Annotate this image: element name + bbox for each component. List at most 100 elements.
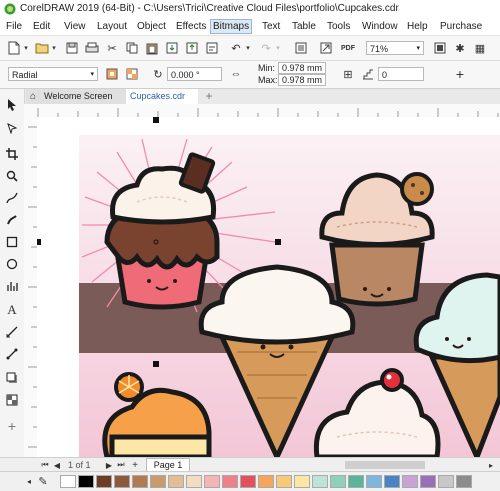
fill-node-color-icon[interactable] bbox=[104, 66, 120, 82]
drawing-canvas[interactable] bbox=[37, 117, 500, 457]
tab-welcome-screen[interactable]: ⌂ Welcome Screen bbox=[26, 89, 126, 104]
rectangle-tool-icon[interactable] bbox=[2, 233, 22, 251]
max-field[interactable]: 0.978 mm bbox=[278, 74, 326, 86]
undo-icon[interactable]: ↶ bbox=[228, 40, 244, 56]
color-swatch[interactable] bbox=[456, 475, 472, 488]
options-icon[interactable]: ✱ bbox=[452, 40, 468, 56]
publish-icon[interactable] bbox=[204, 40, 220, 56]
save-icon[interactable] bbox=[64, 40, 80, 56]
palette-scroll-left-icon[interactable]: ◂ bbox=[24, 474, 34, 488]
color-swatch[interactable] bbox=[348, 475, 364, 488]
color-swatch[interactable] bbox=[114, 475, 130, 488]
menu-layout[interactable]: Layout bbox=[95, 20, 129, 33]
graph-paper-tool-icon[interactable] bbox=[2, 277, 22, 295]
color-swatch[interactable] bbox=[60, 475, 76, 488]
menu-bitmaps[interactable]: Bitmaps bbox=[210, 19, 253, 34]
min-field[interactable]: 0.978 mm bbox=[278, 62, 326, 74]
menu-file[interactable]: File bbox=[4, 20, 24, 33]
menu-purchase[interactable]: Purchase bbox=[438, 20, 484, 33]
color-swatch[interactable] bbox=[276, 475, 292, 488]
artistic-media-icon[interactable] bbox=[2, 211, 22, 229]
steps-icon[interactable] bbox=[360, 66, 376, 82]
scroll-right-icon[interactable]: ▸ bbox=[486, 459, 496, 471]
menu-edit[interactable]: Edit bbox=[31, 20, 52, 33]
menu-text[interactable]: Text bbox=[260, 20, 282, 33]
copy-icon[interactable] bbox=[124, 40, 140, 56]
color-swatch[interactable] bbox=[420, 475, 436, 488]
full-screen-icon[interactable] bbox=[432, 40, 448, 56]
zoom-tool-icon[interactable] bbox=[2, 167, 22, 185]
paste-icon[interactable] bbox=[144, 40, 160, 56]
chevron-down-icon[interactable]: ▾ bbox=[90, 68, 94, 80]
first-page-icon[interactable]: ⏮ bbox=[40, 459, 50, 471]
open-folder-icon[interactable] bbox=[34, 40, 50, 56]
color-swatch[interactable] bbox=[168, 475, 184, 488]
color-swatch[interactable] bbox=[402, 475, 418, 488]
add-icon[interactable]: + bbox=[452, 66, 468, 82]
add-tab-button[interactable]: + bbox=[202, 89, 216, 104]
color-swatch[interactable] bbox=[132, 475, 148, 488]
launcher-icon[interactable]: ▦ bbox=[472, 40, 488, 56]
color-swatch[interactable] bbox=[240, 475, 256, 488]
color-swatch[interactable] bbox=[384, 475, 400, 488]
menu-effects[interactable]: Effects bbox=[174, 20, 208, 33]
mirror-icon[interactable]: ⇔ bbox=[228, 66, 244, 82]
cut-icon[interactable]: ✂ bbox=[104, 40, 120, 56]
text-tool-icon[interactable]: A bbox=[2, 301, 22, 319]
pick-tool-icon[interactable] bbox=[2, 95, 22, 113]
redo-icon[interactable]: ↷ bbox=[258, 40, 274, 56]
add-page-icon[interactable]: + bbox=[130, 459, 140, 471]
parallel-dimension-icon[interactable] bbox=[2, 323, 22, 341]
next-page-icon[interactable]: ▶ bbox=[104, 459, 114, 471]
chevron-down-icon[interactable]: ▾ bbox=[274, 40, 282, 56]
color-swatch[interactable] bbox=[438, 475, 454, 488]
last-page-icon[interactable]: ⏭ bbox=[116, 459, 126, 471]
quick-customize-icon[interactable]: + bbox=[2, 417, 22, 435]
angle-field[interactable]: 0.000 ° bbox=[167, 67, 222, 81]
shape-tool-icon[interactable] bbox=[2, 119, 22, 137]
eyedropper-icon[interactable]: ✎ bbox=[36, 474, 50, 488]
ellipse-tool-icon[interactable] bbox=[2, 255, 22, 273]
export-icon[interactable] bbox=[184, 40, 200, 56]
color-swatch[interactable] bbox=[366, 475, 382, 488]
menu-view[interactable]: View bbox=[62, 20, 88, 33]
previous-page-icon[interactable]: ◀ bbox=[52, 459, 62, 471]
color-swatch[interactable] bbox=[186, 475, 202, 488]
color-swatch[interactable] bbox=[312, 475, 328, 488]
import-icon[interactable] bbox=[164, 40, 180, 56]
rotation-icon[interactable]: ↻ bbox=[150, 66, 166, 82]
drop-shadow-icon[interactable] bbox=[2, 369, 22, 387]
fill-pattern-icon[interactable] bbox=[124, 66, 140, 82]
search-content-icon[interactable] bbox=[293, 40, 309, 56]
new-document-icon[interactable] bbox=[6, 40, 22, 56]
menu-help[interactable]: Help bbox=[405, 20, 430, 33]
color-swatch[interactable] bbox=[330, 475, 346, 488]
chevron-down-icon[interactable]: ▾ bbox=[50, 40, 58, 56]
menu-object[interactable]: Object bbox=[135, 20, 168, 33]
color-swatch[interactable] bbox=[96, 475, 112, 488]
color-swatch[interactable] bbox=[258, 475, 274, 488]
import-arrow-icon[interactable] bbox=[318, 40, 334, 56]
freehand-tool-icon[interactable] bbox=[2, 189, 22, 207]
export-pdf-icon[interactable]: PDF bbox=[340, 39, 356, 57]
chevron-down-icon[interactable]: ▾ bbox=[22, 40, 30, 56]
connector-tool-icon[interactable] bbox=[2, 345, 22, 363]
node-spacing-icon[interactable]: ⊞ bbox=[340, 66, 356, 82]
fill-type-select[interactable]: Radial ▾ bbox=[8, 67, 98, 81]
color-swatch[interactable] bbox=[204, 475, 220, 488]
menu-table[interactable]: Table bbox=[290, 20, 318, 33]
chevron-down-icon[interactable]: ▾ bbox=[244, 40, 252, 56]
menu-window[interactable]: Window bbox=[360, 20, 400, 33]
transparency-tool-icon[interactable] bbox=[2, 391, 22, 409]
horizontal-scrollbar[interactable] bbox=[345, 461, 425, 469]
crop-tool-icon[interactable] bbox=[2, 145, 22, 163]
color-swatch[interactable] bbox=[78, 475, 94, 488]
menu-tools[interactable]: Tools bbox=[325, 20, 352, 33]
count-field[interactable]: 0 bbox=[378, 67, 424, 81]
color-swatch[interactable] bbox=[150, 475, 166, 488]
print-icon[interactable] bbox=[84, 40, 100, 56]
chevron-down-icon[interactable]: ▾ bbox=[416, 42, 420, 54]
color-swatch[interactable] bbox=[222, 475, 238, 488]
zoom-level-field[interactable]: 71% ▾ bbox=[366, 41, 424, 55]
color-swatch[interactable] bbox=[294, 475, 310, 488]
